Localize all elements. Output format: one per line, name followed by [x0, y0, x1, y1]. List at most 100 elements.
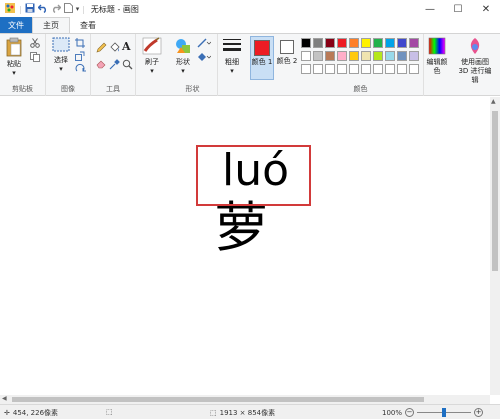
palette-swatch[interactable] [397, 38, 407, 48]
palette-swatch[interactable] [385, 64, 395, 74]
palette-swatch[interactable] [409, 64, 419, 74]
selection-size: ⬚ [106, 408, 113, 416]
shapes-button[interactable]: 形状 ▾ [172, 37, 194, 76]
paint3d-icon [470, 38, 480, 54]
edit-colors-button[interactable]: 编辑颜色 [425, 37, 449, 76]
scroll-left-icon[interactable]: ◀ [2, 395, 7, 402]
tools-group: A 工具 [91, 34, 136, 96]
outline-icon[interactable] [197, 38, 212, 50]
palette-swatch[interactable] [313, 64, 323, 74]
paint3d-label: 使用画图 3D 进行编辑 [458, 58, 492, 84]
image-group-label: 图像 [61, 85, 75, 93]
horizontal-scroll-thumb[interactable] [12, 397, 424, 402]
customize-qa-icon[interactable]: ▾ [76, 5, 80, 13]
colors-group: 颜色 [298, 34, 424, 96]
fill-icon[interactable] [197, 52, 212, 64]
copy-icon[interactable] [30, 52, 40, 64]
vertical-scroll-thumb[interactable] [492, 111, 498, 271]
palette-swatch[interactable] [409, 38, 419, 48]
palette-swatch[interactable] [349, 64, 359, 74]
select-rectangle-icon [52, 37, 70, 52]
color2-swatch [280, 40, 294, 54]
palette-swatch[interactable] [325, 38, 335, 48]
select-button[interactable]: 选择 ▾ [50, 37, 72, 74]
palette-swatch[interactable] [385, 51, 395, 61]
selection-icon: ⬚ [106, 408, 113, 416]
cut-icon[interactable] [30, 38, 40, 50]
brushes-button[interactable]: 刷子 ▾ [141, 37, 163, 76]
fill-bucket-icon[interactable] [109, 42, 120, 55]
color1-swatch [254, 40, 270, 56]
color-picker-icon[interactable] [109, 59, 120, 72]
tab-view[interactable]: 查看 [70, 17, 106, 33]
zoom-slider-thumb[interactable] [442, 408, 447, 417]
color2-button[interactable]: 颜色 2 [276, 36, 298, 80]
crop-icon[interactable] [75, 38, 85, 50]
palette-swatch[interactable] [337, 51, 347, 61]
paint-app-icon[interactable] [4, 2, 16, 16]
paint3d-button[interactable]: 使用画图 3D 进行编辑 [455, 37, 495, 85]
palette-swatch[interactable] [373, 64, 383, 74]
palette-swatch[interactable] [361, 38, 371, 48]
redo-icon[interactable] [51, 3, 62, 15]
select-label: 选择 [54, 56, 68, 64]
palette-swatch[interactable] [301, 38, 311, 48]
minimize-button[interactable]: — [416, 0, 444, 18]
palette-swatch[interactable] [301, 51, 311, 61]
palette-swatch[interactable] [325, 51, 335, 61]
palette-swatch[interactable] [373, 38, 383, 48]
palette-swatch[interactable] [385, 38, 395, 48]
zoom-out-button[interactable]: − [405, 408, 415, 417]
zoom-slider[interactable] [417, 408, 472, 417]
zoom-in-button[interactable]: + [474, 408, 484, 417]
clipboard-group: 粘贴 ▾ 剪贴板 [0, 34, 46, 96]
new-document-icon[interactable] [63, 3, 73, 15]
horizontal-scrollbar[interactable]: ◀ [0, 395, 490, 404]
resize-icon[interactable] [75, 51, 85, 63]
scroll-up-icon[interactable]: ▲ [491, 98, 496, 105]
magnifier-icon[interactable] [122, 59, 133, 72]
palette-swatch[interactable] [313, 51, 323, 61]
pencil-icon[interactable] [96, 42, 107, 55]
text-tool-icon[interactable]: A [122, 40, 131, 53]
paste-label: 粘贴 [7, 60, 21, 68]
brushes-group: 刷子 ▾ [136, 34, 168, 96]
palette-swatch[interactable] [361, 51, 371, 61]
size-button[interactable]: 粗细 ▾ [221, 37, 243, 76]
ribbon-tabs: 文件 主页 查看 [0, 17, 500, 34]
save-icon[interactable] [25, 3, 35, 15]
palette-swatch[interactable] [349, 51, 359, 61]
zoom-level: 100% [382, 408, 403, 417]
vertical-scrollbar[interactable]: ▲ [490, 97, 500, 395]
title-bar: | ▾ | 无标题 - 画图 — ☐ ✕ [0, 0, 500, 18]
shapes-label: 形状 [176, 58, 190, 66]
tab-file[interactable]: 文件 [0, 17, 32, 33]
palette-swatch[interactable] [409, 51, 419, 61]
palette-swatch[interactable] [397, 64, 407, 74]
paste-button[interactable]: 粘贴 ▾ [2, 37, 26, 78]
palette-swatch[interactable] [313, 38, 323, 48]
edit-colors-label: 编辑颜色 [426, 58, 448, 75]
separator: | [82, 4, 85, 14]
palette-swatch[interactable] [325, 64, 335, 74]
eraser-icon[interactable] [96, 59, 107, 71]
palette-swatch[interactable] [397, 51, 407, 61]
window-title: 无标题 - 画图 [90, 4, 139, 14]
brushes-label: 刷子 [145, 58, 159, 66]
palette-swatch[interactable] [361, 64, 371, 74]
clipboard-icon [6, 37, 22, 57]
window-controls: — ☐ ✕ [416, 0, 500, 18]
close-button[interactable]: ✕ [472, 0, 500, 18]
palette-swatch[interactable] [301, 64, 311, 74]
color1-button[interactable]: 颜色 1 [250, 36, 274, 80]
undo-icon[interactable] [37, 3, 48, 15]
rotate-icon[interactable] [75, 63, 87, 75]
palette-swatch[interactable] [373, 51, 383, 61]
palette-swatch[interactable] [337, 38, 347, 48]
palette-swatch[interactable] [337, 64, 347, 74]
tab-home[interactable]: 主页 [32, 17, 70, 33]
cursor-position-text: 454, 226像素 [12, 409, 59, 417]
maximize-button[interactable]: ☐ [444, 0, 472, 18]
canvas[interactable]: luó 萝 [0, 97, 490, 395]
palette-swatch[interactable] [349, 38, 359, 48]
